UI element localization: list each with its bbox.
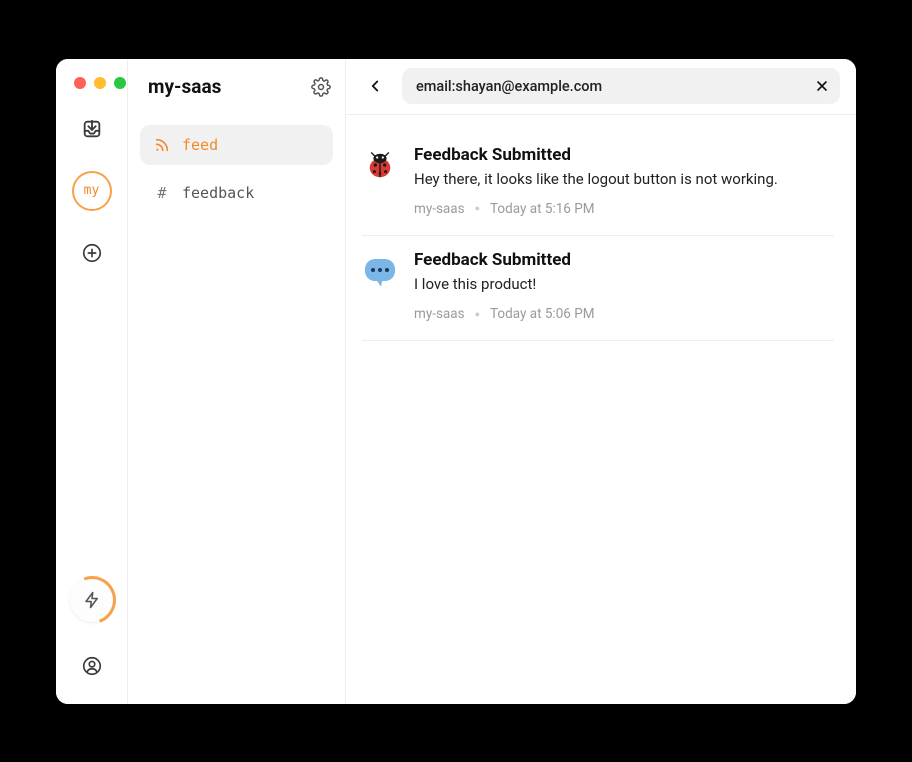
feed-item-time: Today at 5:16 PM xyxy=(490,201,595,217)
close-window-button[interactable] xyxy=(74,77,86,89)
feed-item-title: Feedback Submitted xyxy=(414,250,834,270)
window-controls xyxy=(74,77,126,89)
back-button[interactable] xyxy=(362,73,388,99)
maximize-window-button[interactable] xyxy=(114,77,126,89)
user-icon xyxy=(81,655,103,677)
separator-dot: ● xyxy=(475,203,480,214)
separator-dot: ● xyxy=(475,309,480,320)
feed-item-title: Feedback Submitted xyxy=(414,145,834,165)
settings-button[interactable] xyxy=(311,77,331,97)
close-icon xyxy=(814,78,830,94)
ladybug-icon xyxy=(362,147,398,183)
nav-item-feed[interactable]: feed xyxy=(140,125,333,165)
bolt-icon xyxy=(83,591,101,609)
nav-item-label: feed xyxy=(182,136,218,154)
feed-list: Feedback Submitted Hey there, it looks l… xyxy=(346,115,856,358)
add-workspace-button[interactable] xyxy=(72,233,112,273)
feed-item[interactable]: Feedback Submitted Hey there, it looks l… xyxy=(362,131,834,236)
feed-item-body: Feedback Submitted I love this product! … xyxy=(414,250,834,322)
feed-item-meta: my-saas ● Today at 5:16 PM xyxy=(414,201,834,217)
nav-item-feedback[interactable]: # feedback xyxy=(140,173,333,213)
workspace-avatar-label: my xyxy=(84,183,100,198)
feed-item-source: my-saas xyxy=(414,306,465,322)
chevron-left-icon xyxy=(366,77,384,95)
workspace-avatar[interactable]: my xyxy=(72,171,112,211)
workspace-title: my-saas xyxy=(148,75,221,98)
clear-search-button[interactable] xyxy=(814,78,830,94)
nav-item-label: feedback xyxy=(182,184,254,202)
rss-icon xyxy=(154,137,170,153)
profile-button[interactable] xyxy=(72,646,112,686)
toolbar: email:shayan@example.com xyxy=(346,59,856,115)
feed-item-text: Hey there, it looks like the logout butt… xyxy=(414,169,834,189)
speech-bubble-icon xyxy=(362,252,398,288)
feed-item-text: I love this product! xyxy=(414,274,834,294)
feed-item-meta: my-saas ● Today at 5:06 PM xyxy=(414,306,834,322)
minimize-window-button[interactable] xyxy=(94,77,106,89)
feed-item-body: Feedback Submitted Hey there, it looks l… xyxy=(414,145,834,217)
feed-item-source: my-saas xyxy=(414,201,465,217)
nav-list: feed # feedback xyxy=(128,115,345,223)
activity-button[interactable] xyxy=(70,578,114,622)
feed-item-time: Today at 5:06 PM xyxy=(490,306,595,322)
sidebar-header: my-saas xyxy=(128,59,345,115)
feed-item[interactable]: Feedback Submitted I love this product! … xyxy=(362,236,834,341)
hash-icon: # xyxy=(154,184,170,202)
main-area: email:shayan@example.com xyxy=(346,59,856,704)
left-rail: my xyxy=(56,59,128,704)
gear-icon xyxy=(311,77,331,97)
search-input[interactable]: email:shayan@example.com xyxy=(402,68,840,104)
inbox-icon[interactable] xyxy=(72,109,112,149)
sidebar: my-saas feed # feedback xyxy=(128,59,346,704)
search-value: email:shayan@example.com xyxy=(416,78,814,95)
app-window: my my-saas xyxy=(56,59,856,704)
